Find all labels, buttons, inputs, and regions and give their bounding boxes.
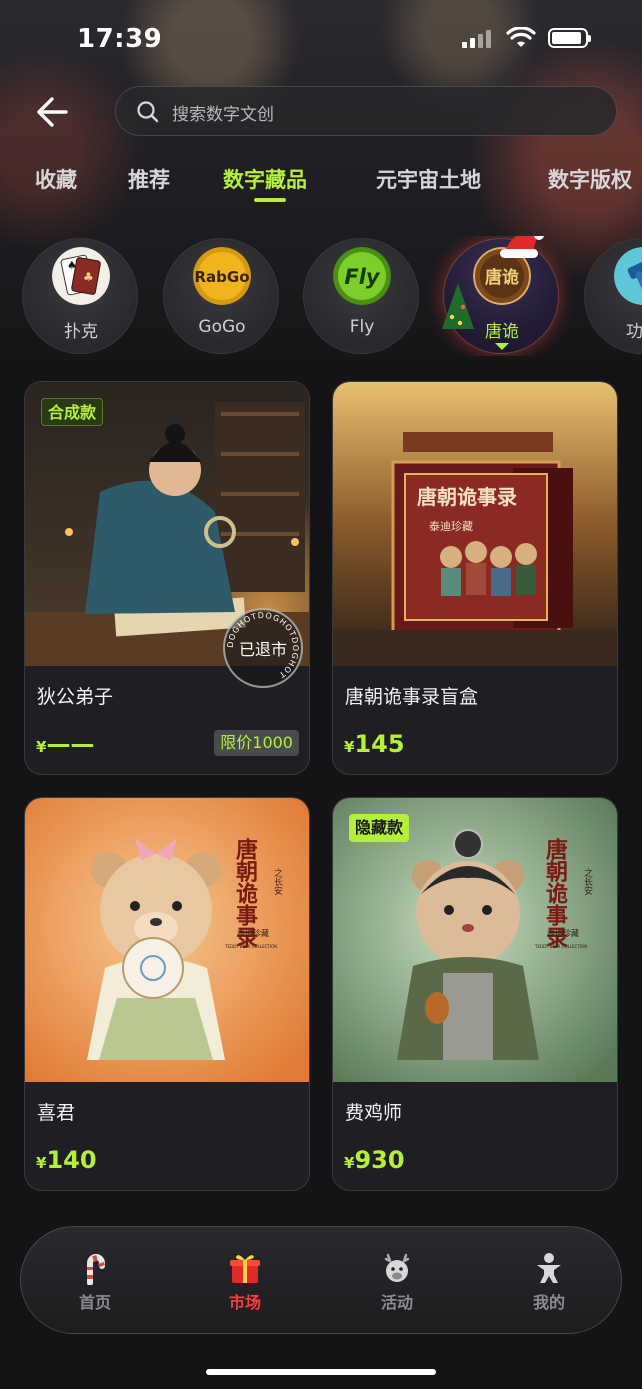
product-price: ¥140 [36,1146,97,1174]
stamp-text: 已退市 [238,640,287,659]
tab-metaverse-land[interactable]: 元宇宙土地 [376,164,481,194]
product-card[interactable]: 唐朝诡事录 之长安 泰迪珍藏 TEDDY BEAR COLLECTION 喜君 … [24,797,310,1191]
nav-market[interactable]: 市场 [205,1251,285,1313]
svg-text:之长安: 之长安 [272,867,283,896]
svg-text:泰迪珍藏: 泰迪珍藏 [547,928,579,938]
fly-logo: Fly [333,247,391,305]
category-label: GoGo [198,317,246,337]
tab-recommended[interactable]: 推荐 [128,164,170,194]
svg-text:Fly: Fly [344,265,381,289]
product-image: 唐朝诡事录 之长安 泰迪珍藏 TEDDY BEAR COLLECTION [25,798,309,1082]
wifi-icon [506,27,536,47]
home-indicator [206,1369,436,1375]
reindeer-icon [384,1253,410,1282]
search-placeholder: 搜索数字文创 [172,105,274,125]
product-price: ¥145 [344,730,405,758]
product-name: 狄公弟子 [37,686,114,708]
hammer-icon [614,247,642,305]
back-arrow-icon[interactable] [32,90,76,134]
category-gogo[interactable]: RabGo GoGo [163,238,279,354]
category-label: 扑克 [64,322,98,342]
svg-text:♣: ♣ [83,270,94,284]
tab-favorites[interactable]: 收藏 [35,164,77,194]
hidden-edition-badge: 隐藏款 [349,814,410,842]
category-label: 唐诡 [485,322,519,342]
nav-home[interactable]: 首页 [55,1251,135,1313]
svg-text:唐诡: 唐诡 [485,267,519,288]
product-card[interactable]: 唐朝诡事录 之长安 泰迪珍藏 TEDDY BEAR COLLECTION 隐藏款… [332,797,618,1191]
category-label: 功能 [626,322,642,342]
candy-cane-icon [87,1254,105,1285]
svg-text:♠: ♠ [67,259,77,272]
svg-text:TEDDY BEAR COLLECTION: TEDDY BEAR COLLECTION [224,944,277,949]
battery-icon [548,28,591,48]
status-time: 17:39 [77,24,163,54]
category-tanggui[interactable]: 唐诡 唐诡 [442,236,559,354]
category-label: Fly [349,317,375,337]
gift-icon [230,1255,260,1283]
product-price: ¥—— [36,730,95,758]
tab-digital-copyright[interactable]: 数字版权 [548,164,632,194]
category-function[interactable]: 功能 [584,238,642,354]
svg-text:TEDDY BEAR COLLECTION: TEDDY BEAR COLLECTION [534,944,587,949]
limit-price-badge: 限价1000 [214,730,299,756]
product-card[interactable]: 唐朝诡事录 泰迪珍藏 唐朝诡事录盲盒 ¥145 [332,381,618,775]
top-tabs: 收藏 推荐 数字藏品 元宇宙土地 数字版权 [0,160,642,210]
product-card[interactable]: 合成款 DOGHOTDOGHOTDOGHOT 已退市 狄公弟子 ¥—— 限价10… [24,381,310,775]
active-tab-indicator [254,198,286,202]
svg-text:之长安: 之长安 [582,867,593,896]
svg-text:唐朝诡事录: 唐朝诡事录 [417,485,517,509]
category-poker[interactable]: ♠ ♣ 扑克 [22,238,138,354]
svg-text:泰迪珍藏: 泰迪珍藏 [237,928,269,938]
product-image: 唐朝诡事录 泰迪珍藏 [333,382,617,666]
santa-hat-icon [500,236,544,258]
person-icon [537,1253,561,1283]
tab-digital-collectibles[interactable]: 数字藏品 [223,164,307,194]
bottom-nav: 首页 市场 活动 我的 [20,1226,622,1334]
product-name: 喜君 [37,1102,76,1124]
category-fly[interactable]: Fly Fly [303,238,419,354]
status-bar: 17:39 [0,0,642,78]
product-price: ¥930 [344,1146,405,1174]
category-row: ♠ ♣ 扑克 RabGo GoGo Fly Fly 唐诡 唐诡 功 [0,236,642,356]
product-name: 费鸡师 [345,1102,403,1124]
selected-caret-icon [495,343,509,350]
svg-text:泰迪珍藏: 泰迪珍藏 [429,519,473,533]
cellular-signal-icon [462,30,494,48]
svg-text:RabGo: RabGo [194,268,249,286]
poker-card-icon: ♠ ♣ [52,247,110,305]
nav-activity[interactable]: 活动 [357,1251,437,1313]
product-name: 唐朝诡事录盲盒 [345,686,479,708]
search-input[interactable]: 搜索数字文创 [115,86,617,136]
gogo-logo: RabGo [193,247,251,305]
delisted-stamp: DOGHOTDOGHOTDOGHOT 已退市 [223,608,303,688]
synthesis-badge: 合成款 [41,398,104,426]
search-icon [137,101,159,123]
nav-mine[interactable]: 我的 [509,1251,589,1313]
